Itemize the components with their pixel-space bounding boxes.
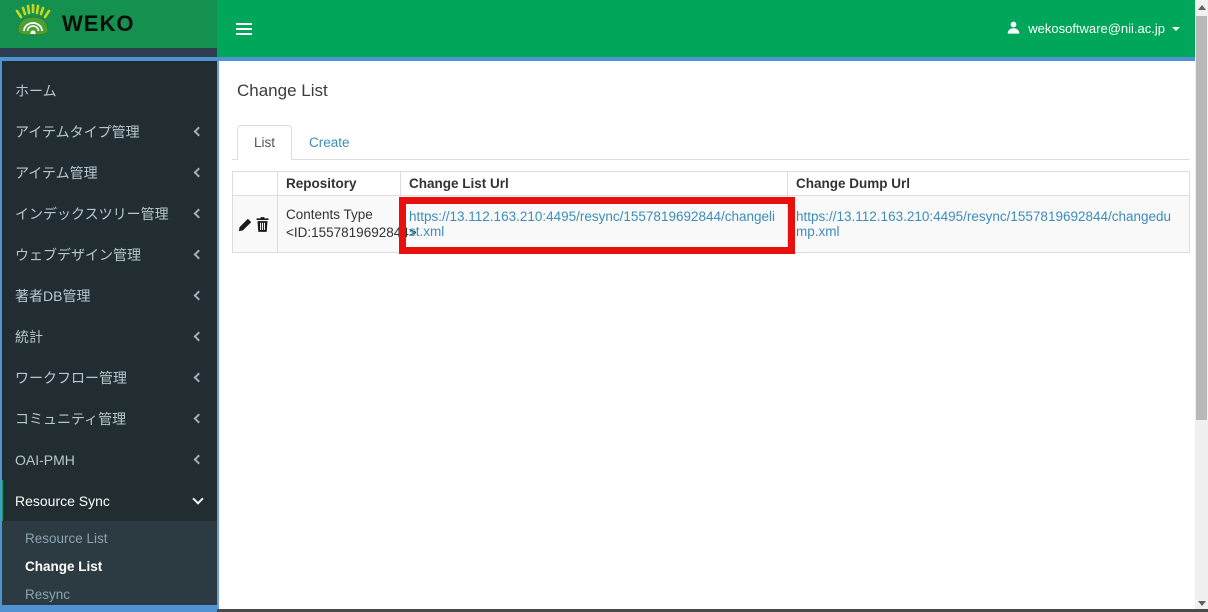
chevron-left-icon xyxy=(193,126,204,137)
sidebar: ホーム アイテムタイプ管理 アイテム管理 インデックスツリー管理 ウェブデザイン… xyxy=(0,61,217,612)
scroll-down-icon xyxy=(1197,601,1206,606)
header-divider xyxy=(0,57,1195,61)
change-list-table: Repository Change List Url Change Dump U… xyxy=(232,171,1190,254)
weko-logo-icon xyxy=(13,3,53,45)
chevron-left-icon xyxy=(193,331,204,342)
column-header-change-dump-url: Change Dump Url xyxy=(787,171,1190,196)
sidebar-item-label: 統計 xyxy=(15,328,43,345)
resource-sync-submenu: Resource List Change List Resync xyxy=(0,521,217,612)
chevron-left-icon xyxy=(193,249,204,260)
chevron-left-icon xyxy=(193,454,204,465)
sidebar-item-label: アイテムタイプ管理 xyxy=(15,123,140,140)
brand-logo[interactable]: WEKO xyxy=(0,0,217,48)
sidebar-item-label: ウェブデザイン管理 xyxy=(15,246,141,263)
table-row: Contents Type <ID:1557819692844> https:/… xyxy=(232,194,1190,254)
repository-id: <ID:1557819692844> xyxy=(286,225,417,241)
submenu-item-change-list[interactable]: Change List xyxy=(0,553,217,581)
chevron-left-icon xyxy=(193,167,204,178)
logo-area: WEKO xyxy=(0,0,217,57)
navbar: wekosoftware@nii.ac.jp xyxy=(217,0,1195,57)
submenu-item-resource-list[interactable]: Resource List xyxy=(0,525,217,553)
sidebar-item-oai-pmh[interactable]: OAI-PMH xyxy=(0,439,217,480)
sidebar-item-home[interactable]: ホーム xyxy=(0,70,217,111)
sidebar-item-label: アイテム管理 xyxy=(15,164,98,181)
scrollbar-thumb[interactable] xyxy=(1196,16,1207,420)
sidebar-item-workflow-management[interactable]: ワークフロー管理 xyxy=(0,357,217,398)
bottom-edge-blue xyxy=(0,605,217,612)
sidebar-item-community-management[interactable]: コミュニティ管理 xyxy=(0,398,217,439)
tab-bar: List Create xyxy=(232,125,1190,160)
tab-list[interactable]: List xyxy=(237,125,293,160)
change-dump-url-cell: https://13.112.163.210:4495/resync/15578… xyxy=(787,194,1190,254)
sidebar-item-label: Resource Sync xyxy=(15,492,110,509)
sidebar-item-label: コミュニティ管理 xyxy=(15,410,127,427)
chevron-left-icon xyxy=(193,372,204,383)
sidebar-item-label: 著者DB管理 xyxy=(15,287,91,304)
user-email: wekosoftware@nii.ac.jp xyxy=(1028,21,1165,36)
change-list-url-link[interactable]: https://13.112.163.210:4495/resync/15578… xyxy=(409,209,775,239)
user-menu[interactable]: wekosoftware@nii.ac.jp xyxy=(1006,20,1180,38)
delete-icon[interactable] xyxy=(256,216,269,233)
column-header-actions xyxy=(232,171,278,196)
vertical-scrollbar[interactable] xyxy=(1195,0,1208,612)
main-content: Change List List Create Repository Chang… xyxy=(217,61,1195,609)
chevron-left-icon xyxy=(193,290,204,301)
sidebar-item-label: OAI-PMH xyxy=(15,451,75,468)
caret-down-icon xyxy=(1172,26,1180,31)
sidebar-item-label: ワークフロー管理 xyxy=(15,369,127,386)
change-list-url-cell: https://13.112.163.210:4495/resync/15578… xyxy=(400,194,788,254)
repository-name: Contents Type xyxy=(286,207,373,222)
window-left-edge xyxy=(0,61,2,612)
sidebar-item-item-management[interactable]: アイテム管理 xyxy=(0,152,217,193)
change-list-table-wrap: Repository Change List Url Change Dump U… xyxy=(232,171,1190,254)
row-actions-cell xyxy=(232,194,278,254)
user-icon xyxy=(1006,20,1021,38)
brand-name: WEKO xyxy=(62,11,135,36)
sidebar-item-web-design-management[interactable]: ウェブデザイン管理 xyxy=(0,234,217,275)
scroll-up-icon xyxy=(1197,5,1206,10)
sidebar-item-statistics[interactable]: 統計 xyxy=(0,316,217,357)
edit-icon[interactable] xyxy=(238,216,256,231)
sidebar-menu: ホーム アイテムタイプ管理 アイテム管理 インデックスツリー管理 ウェブデザイン… xyxy=(0,61,217,521)
sidebar-item-index-tree-management[interactable]: インデックスツリー管理 xyxy=(0,193,217,234)
sidebar-item-resource-sync[interactable]: Resource Sync xyxy=(0,480,217,521)
chevron-left-icon xyxy=(193,208,204,219)
column-header-repository: Repository xyxy=(277,171,401,196)
sidebar-item-label: ホーム xyxy=(15,82,57,99)
sidebar-item-label: インデックスツリー管理 xyxy=(15,205,169,222)
sidebar-item-item-type-management[interactable]: アイテムタイプ管理 xyxy=(0,111,217,152)
table-header-row: Repository Change List Url Change Dump U… xyxy=(232,171,1190,196)
change-dump-url-link[interactable]: https://13.112.163.210:4495/resync/15578… xyxy=(796,209,1171,239)
page-title: Change List xyxy=(237,81,328,100)
repository-cell: Contents Type <ID:1557819692844> xyxy=(277,194,417,254)
column-header-change-list-url: Change List Url xyxy=(400,171,788,196)
chevron-down-icon xyxy=(192,492,204,505)
top-bar: WEKO wekosoftware@nii.ac.jp xyxy=(0,0,1195,57)
sidebar-item-author-db-management[interactable]: 著者DB管理 xyxy=(0,275,217,316)
chevron-left-icon xyxy=(193,413,204,424)
tab-create[interactable]: Create xyxy=(292,125,367,160)
sidebar-toggle-button[interactable] xyxy=(232,17,256,41)
scroll-up-button[interactable] xyxy=(1195,0,1208,15)
